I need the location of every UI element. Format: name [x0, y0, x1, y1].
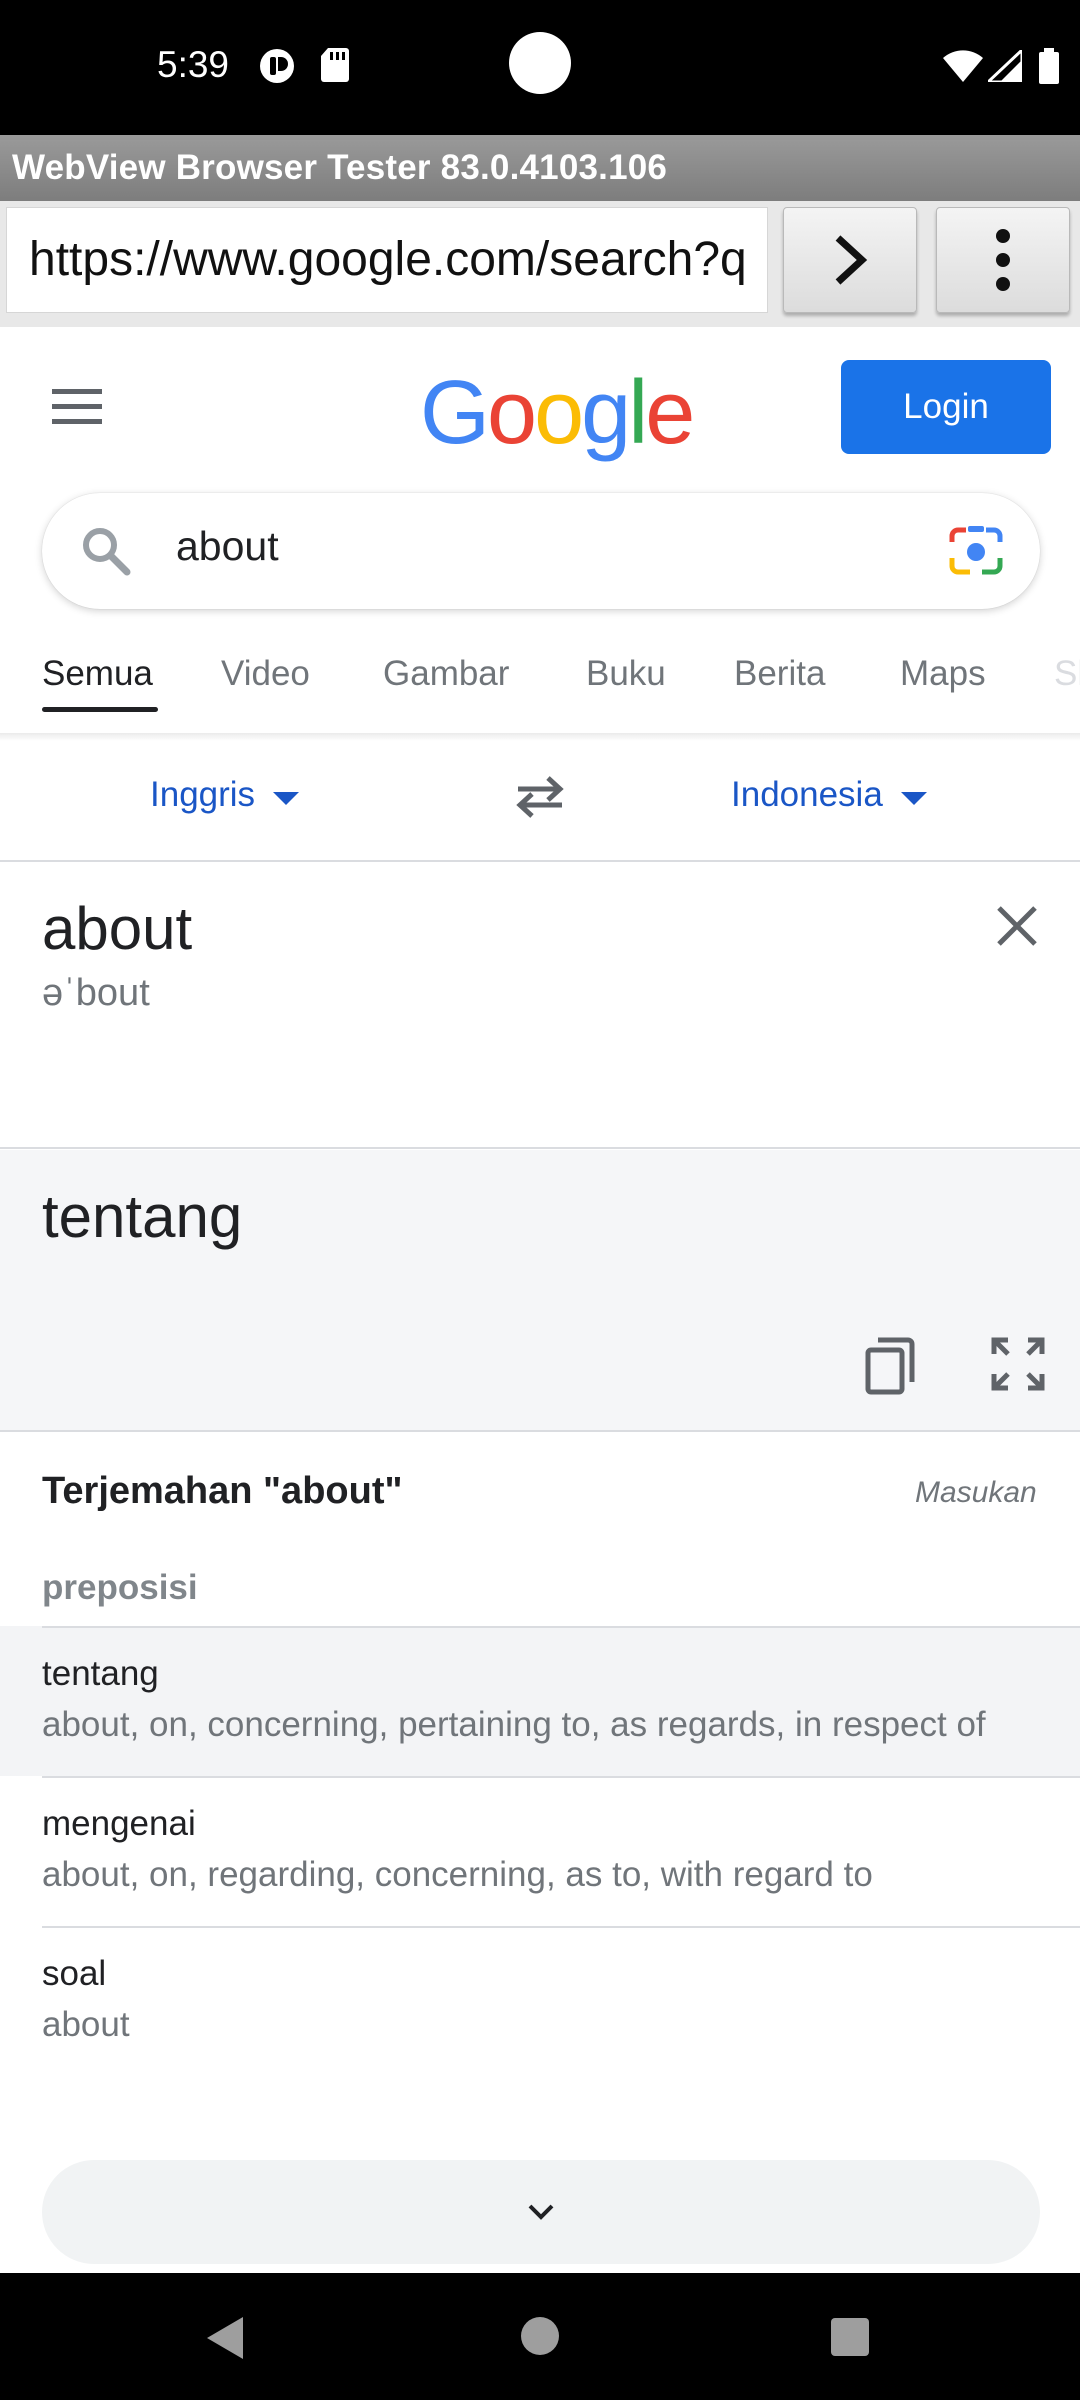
- vpn-icon: [259, 48, 295, 89]
- go-button[interactable]: [783, 207, 917, 313]
- phonetic-text: əˈbout: [42, 972, 150, 1014]
- source-text-panel: about əˈbout: [0, 864, 1080, 1149]
- copy-icon[interactable]: [864, 1336, 918, 1401]
- show-more-button[interactable]: [42, 2160, 1040, 2264]
- dictionary-title: Terjemahan "about": [42, 1470, 403, 1512]
- status-bar: 5:39: [0, 0, 1080, 135]
- fullscreen-icon[interactable]: [990, 1336, 1046, 1397]
- google-logo[interactable]: Google: [420, 363, 695, 463]
- logo-letter: G: [420, 363, 490, 463]
- source-language-label: Inggris: [150, 775, 256, 814]
- home-icon[interactable]: [521, 2317, 559, 2355]
- divider: [42, 1926, 1080, 1928]
- logo-letter: o: [487, 363, 537, 463]
- source-language-dropdown[interactable]: Inggris: [150, 775, 300, 815]
- tab-buku[interactable]: Buku: [586, 654, 666, 694]
- translation-panel: tentang: [0, 1150, 1080, 1432]
- clear-icon[interactable]: [995, 904, 1039, 953]
- entry-word: soal: [42, 1954, 107, 1993]
- tab-berita[interactable]: Berita: [734, 654, 825, 694]
- dictionary-entries: tentang about, on, concerning, pertainin…: [0, 1626, 1080, 2076]
- status-time: 5:39: [157, 44, 230, 85]
- entry-word: tentang: [42, 1654, 159, 1693]
- search-icon[interactable]: [80, 525, 132, 582]
- entry-word: mengenai: [42, 1804, 196, 1843]
- chevron-down-icon: [528, 2204, 554, 2220]
- tab-video[interactable]: Video: [221, 654, 310, 694]
- tab-semua[interactable]: Semua: [42, 654, 153, 694]
- more-vert-icon: [996, 229, 1010, 291]
- menu-icon[interactable]: [52, 389, 102, 430]
- back-icon[interactable]: [205, 2315, 245, 2366]
- overflow-menu-button[interactable]: [936, 207, 1070, 313]
- url-bar: https://www.google.com/search?q: [0, 201, 1080, 327]
- caret-down-icon: [273, 791, 300, 805]
- language-selector: Inggris Indonesia: [0, 741, 1080, 862]
- google-lens-icon[interactable]: [948, 526, 1004, 581]
- logo-letter: e: [645, 363, 695, 463]
- cell-signal-icon: [984, 46, 1024, 87]
- dictionary-entry[interactable]: soal about: [0, 1926, 1080, 2076]
- tab-shopping[interactable]: Sh: [1054, 654, 1080, 694]
- search-tabs: Semua Video Gambar Buku Berita Maps Sh: [0, 640, 1080, 736]
- divider: [42, 1626, 1080, 1628]
- translation-text: tentang: [42, 1183, 243, 1250]
- google-header: Google Login: [0, 327, 1080, 482]
- recents-icon[interactable]: [831, 2318, 869, 2356]
- source-text[interactable]: about: [42, 894, 192, 963]
- caret-down-icon: [900, 791, 927, 805]
- entry-synonyms: about, on, regarding, concerning, as to,…: [42, 1855, 873, 1894]
- battery-icon: [1038, 48, 1060, 89]
- app-title-bar: WebView Browser Tester 83.0.4103.106: [0, 135, 1080, 201]
- system-nav-bar: [0, 2273, 1080, 2400]
- url-input[interactable]: https://www.google.com/search?q: [6, 207, 768, 313]
- dictionary-entry[interactable]: mengenai about, on, regarding, concernin…: [0, 1776, 1080, 1926]
- tabs-divider: [0, 733, 1080, 741]
- feedback-link[interactable]: Masukan: [915, 1476, 1037, 1510]
- chevron-right-icon: [835, 235, 868, 285]
- logo-letter: g: [581, 363, 631, 463]
- sd-card-icon: [320, 48, 350, 87]
- camera-cutout: [509, 32, 571, 94]
- target-language-label: Indonesia: [731, 775, 883, 814]
- search-box[interactable]: about: [42, 493, 1040, 609]
- tab-maps[interactable]: Maps: [900, 654, 986, 694]
- part-of-speech: preposisi: [42, 1568, 198, 1607]
- logo-letter: l: [628, 363, 648, 463]
- logo-letter: o: [534, 363, 584, 463]
- entry-synonyms: about: [42, 2005, 130, 2044]
- entry-synonyms: about, on, concerning, pertaining to, as…: [42, 1705, 986, 1744]
- target-language-dropdown[interactable]: Indonesia: [731, 775, 927, 815]
- tab-gambar[interactable]: Gambar: [383, 654, 509, 694]
- active-tab-indicator: [42, 707, 158, 712]
- divider: [42, 1776, 1080, 1778]
- wifi-icon: [943, 50, 983, 87]
- swap-languages-icon[interactable]: [512, 775, 568, 824]
- search-input[interactable]: about: [176, 523, 279, 570]
- login-button[interactable]: Login: [841, 360, 1051, 454]
- dictionary-entry[interactable]: tentang about, on, concerning, pertainin…: [0, 1626, 1080, 1776]
